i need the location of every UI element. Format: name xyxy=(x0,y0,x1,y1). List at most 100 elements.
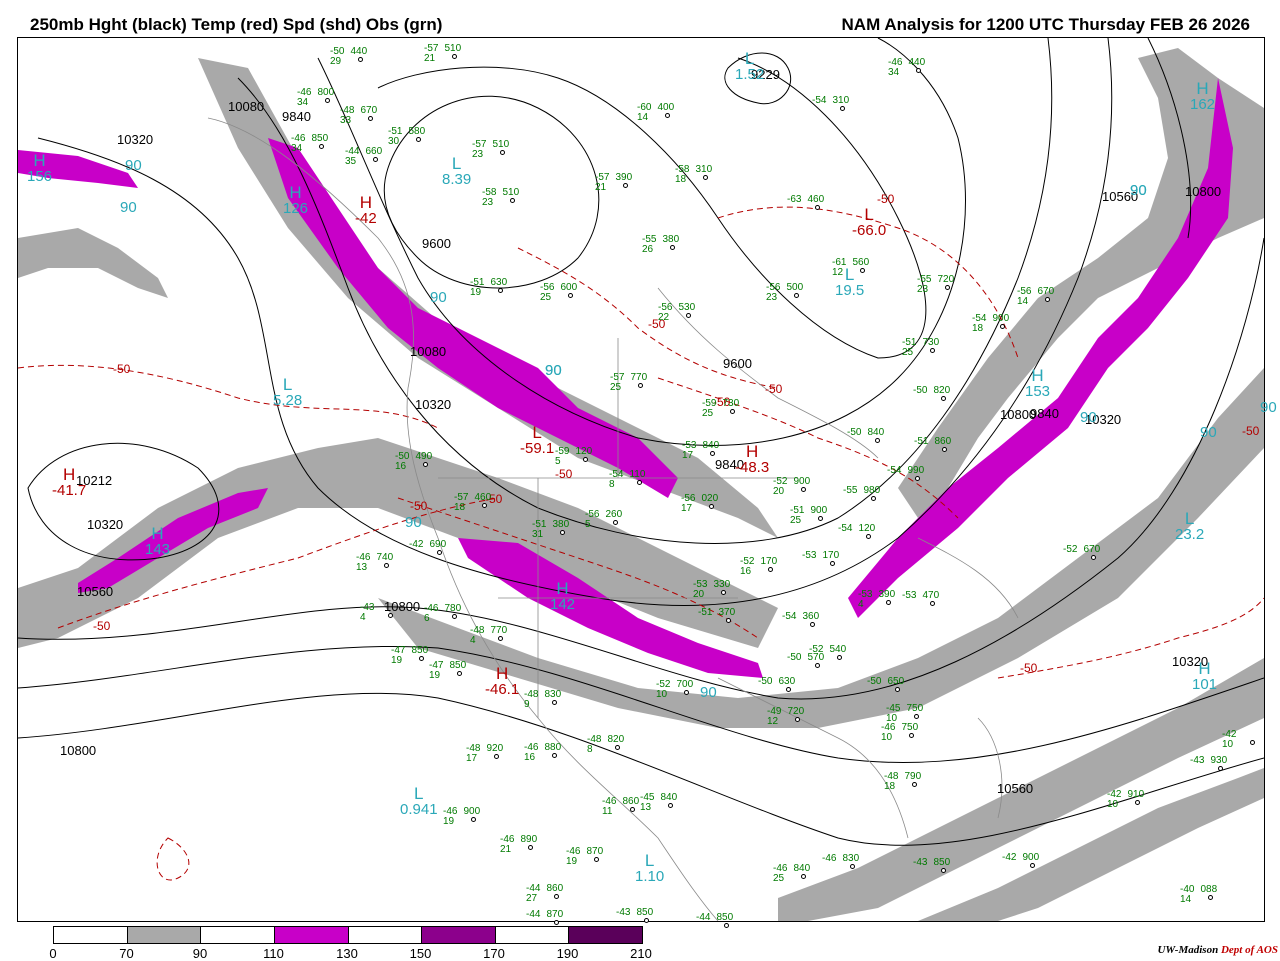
wind-speed-label: 90 xyxy=(1260,399,1277,416)
low-center-label: L 1.52 xyxy=(735,50,764,82)
obs-height: 530 xyxy=(678,302,696,313)
colorbar-segment xyxy=(422,927,496,943)
obs-height: 800 xyxy=(317,87,335,98)
wind-speed-label: 90 xyxy=(125,157,142,174)
center-value: 101 xyxy=(1192,676,1218,693)
height-contour-label: 10320 xyxy=(415,397,452,412)
temperature-contour-label: -50 xyxy=(1020,661,1038,675)
obs-height: 670 xyxy=(1083,544,1101,555)
station-marker xyxy=(871,496,876,501)
center-value: -46.1 xyxy=(485,681,520,698)
obs-height: 980 xyxy=(863,485,881,496)
obs-height: 860 xyxy=(546,883,564,894)
colorbar-segment xyxy=(54,927,128,943)
station-observation: -51 370 xyxy=(698,608,735,618)
station-marker xyxy=(795,717,800,722)
station-observation: -42 900 xyxy=(1002,853,1039,863)
obs-height: 660 xyxy=(365,146,383,157)
obs-temperature: -51 xyxy=(914,436,929,447)
station-marker xyxy=(1000,324,1005,329)
station-marker xyxy=(668,803,673,808)
station-marker xyxy=(1045,297,1050,302)
station-marker xyxy=(482,503,487,508)
station-marker xyxy=(818,516,823,521)
station-observation: -53 170 xyxy=(802,551,839,561)
center-value: -59.1 xyxy=(520,440,555,457)
obs-height: 490 xyxy=(415,451,433,462)
obs-temperature: -44 xyxy=(696,912,711,923)
obs-height: 370 xyxy=(718,607,736,618)
station-marker xyxy=(710,451,715,456)
colorbar-tick: 0 xyxy=(49,946,57,961)
station-marker xyxy=(552,753,557,758)
obs-height: 860 xyxy=(622,796,640,807)
obs-height: 630 xyxy=(778,676,796,687)
station-marker xyxy=(644,918,649,923)
low-center-label: L 5.28 xyxy=(273,376,302,408)
obs-height: 750 xyxy=(901,722,919,733)
wind-speed-label: 90 xyxy=(1130,182,1147,199)
station-observation: -55 980 xyxy=(843,486,880,496)
colorbar-segment xyxy=(127,927,202,943)
obs-height: 820 xyxy=(933,385,951,396)
obs-height: 770 xyxy=(630,372,648,383)
obs-height: 850 xyxy=(716,912,734,923)
obs-height: 670 xyxy=(1037,286,1055,297)
station-observation: -50 820 xyxy=(913,386,950,396)
station-observation: -52 540 xyxy=(809,645,846,655)
colorbar-tick: 190 xyxy=(556,946,579,961)
obs-height: 380 xyxy=(662,234,680,245)
center-letter: L xyxy=(282,375,293,394)
low-center-label: L 8.39 xyxy=(442,155,471,187)
high-center-label: H 142 xyxy=(550,580,575,612)
station-marker xyxy=(930,601,935,606)
station-marker xyxy=(801,487,806,492)
obs-temperature: -51 xyxy=(698,607,713,618)
station-marker xyxy=(583,457,588,462)
obs-temperature: -54 xyxy=(782,611,797,622)
station-observation: -43 850 xyxy=(616,908,653,918)
height-contour-label: 10080 xyxy=(228,99,265,114)
station-marker xyxy=(638,383,643,388)
station-marker xyxy=(830,561,835,566)
colorbar-tick: 110 xyxy=(263,946,284,961)
obs-height: 580 xyxy=(408,126,426,137)
station-marker xyxy=(721,590,726,595)
station-marker xyxy=(1208,895,1213,900)
center-letter: H xyxy=(1031,366,1044,385)
obs-height: 840 xyxy=(867,427,885,438)
colorbar-segment xyxy=(274,927,349,943)
station-marker xyxy=(358,57,363,62)
station-marker xyxy=(500,150,505,155)
colorbar-segment xyxy=(569,927,642,943)
station-observation: -54 310 xyxy=(812,96,849,106)
credit-institution: UW-Madison xyxy=(1157,944,1219,956)
low-center-label: L -66.0 xyxy=(852,206,886,238)
obs-temperature: -52 xyxy=(1063,544,1078,555)
station-marker xyxy=(325,98,330,103)
height-contour-label: 9840 xyxy=(1030,406,1059,421)
center-value: 143 xyxy=(145,541,171,558)
obs-height: 790 xyxy=(904,771,922,782)
station-marker xyxy=(875,438,880,443)
wind-speed-label: 90 xyxy=(430,289,447,306)
obs-height: 840 xyxy=(793,863,811,874)
obs-height: 690 xyxy=(429,539,447,550)
obs-height: 510 xyxy=(502,187,520,198)
low-center-label: L 0.941 xyxy=(400,785,438,817)
station-marker xyxy=(510,198,515,203)
obs-height: 900 xyxy=(1022,852,1040,863)
obs-height: 390 xyxy=(615,172,633,183)
obs-temperature: -50 xyxy=(867,676,882,687)
obs-height: 890 xyxy=(520,834,538,845)
wind-speed-label: 90 xyxy=(700,684,717,701)
temperature-contour-label: -50 xyxy=(113,362,131,376)
obs-height: 120 xyxy=(575,446,593,457)
station-marker xyxy=(452,614,457,619)
station-marker xyxy=(916,68,921,73)
center-value: -42 xyxy=(355,210,377,227)
obs-height: 900 xyxy=(810,505,828,516)
station-marker xyxy=(452,54,457,59)
station-marker xyxy=(801,874,806,879)
obs-height: 900 xyxy=(992,313,1010,324)
